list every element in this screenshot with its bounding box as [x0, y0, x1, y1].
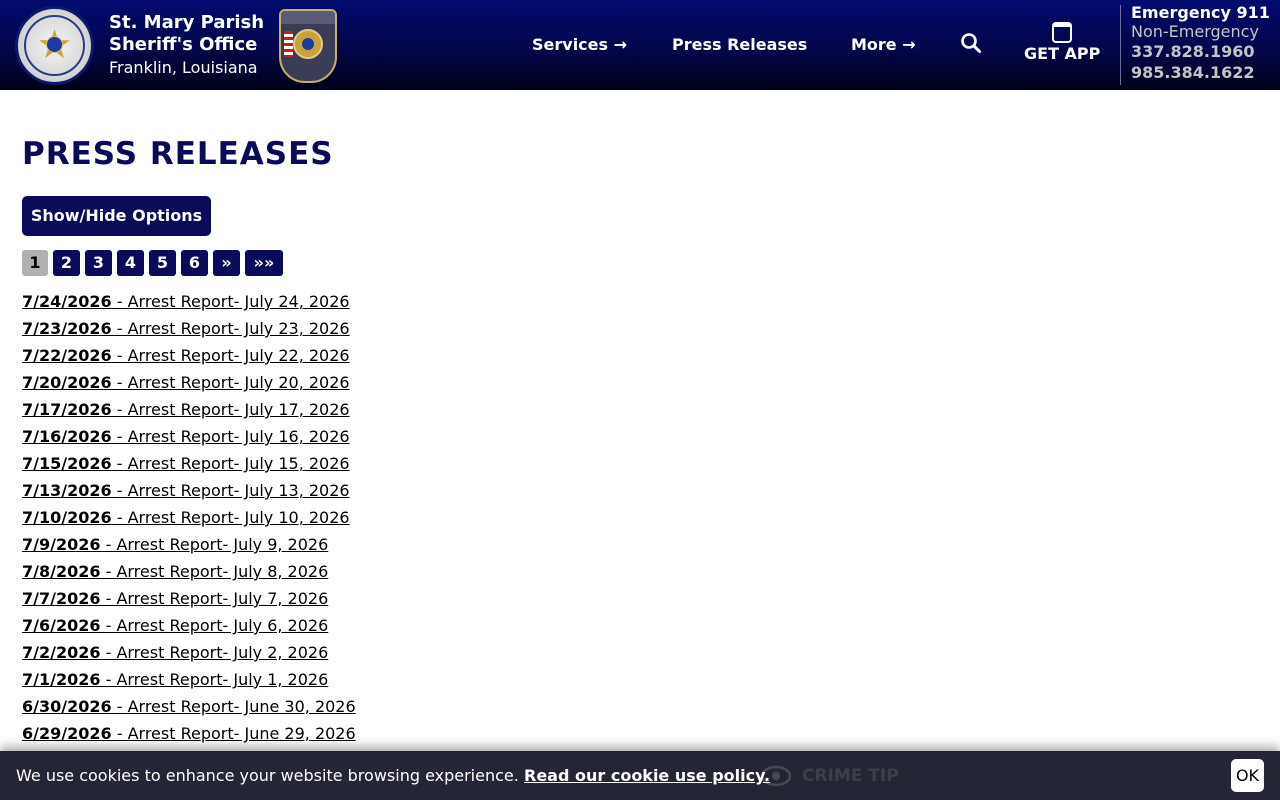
release-title: Arrest Report- June 30, 2026 [127, 697, 356, 716]
release-date: 7/17/2026 [22, 400, 112, 419]
page-2-button[interactable]: 2 [53, 250, 80, 276]
release-title: Arrest Report- July 23, 2026 [127, 319, 350, 338]
nav-services-label: Services [532, 35, 609, 54]
seal-icon [46, 36, 63, 53]
release-title: Arrest Report- July 10, 2026 [127, 508, 350, 527]
release-date: 7/9/2026 [22, 535, 101, 554]
press-release-link[interactable]: 7/10/2026 - Arrest Report- July 10, 2026 [22, 507, 350, 529]
release-title: Arrest Report- July 2, 2026 [116, 643, 329, 662]
shoulder-patch-logo [279, 9, 337, 83]
page-1-button[interactable]: 1 [22, 250, 48, 276]
release-title: Arrest Report- July 1, 2026 [116, 670, 329, 689]
release-date: 7/22/2026 [22, 346, 112, 365]
press-release-link[interactable]: 7/13/2026 - Arrest Report- July 13, 2026 [22, 480, 350, 502]
release-title: Arrest Report- July 9, 2026 [116, 535, 329, 554]
release-date: 7/24/2026 [22, 292, 112, 311]
nav-more[interactable]: More → [851, 34, 916, 56]
release-date: 7/8/2026 [22, 562, 101, 581]
press-release-link[interactable]: 6/30/2026 - Arrest Report- June 30, 2026 [22, 696, 356, 718]
release-date: 6/30/2026 [22, 697, 112, 716]
nav-press-releases-label: Press Releases [672, 35, 808, 54]
page-6-button[interactable]: 6 [181, 250, 208, 276]
release-date: 7/10/2026 [22, 508, 112, 527]
release-title: Arrest Report- July 15, 2026 [127, 454, 350, 473]
press-release-link[interactable]: 7/1/2026 - Arrest Report- July 1, 2026 [22, 669, 328, 691]
cookie-message: We use cookies to enhance your website b… [16, 766, 519, 785]
release-date: 7/13/2026 [22, 481, 112, 500]
press-release-link[interactable]: 7/7/2026 - Arrest Report- July 7, 2026 [22, 588, 328, 610]
release-date: 7/2/2026 [22, 643, 101, 662]
sheriff-badge-logo[interactable]: ★ [15, 6, 94, 85]
release-date: 7/16/2026 [22, 427, 112, 446]
press-release-link[interactable]: 7/23/2026 - Arrest Report- July 23, 2026 [22, 318, 350, 340]
header-divider [1120, 5, 1121, 85]
get-app-button[interactable]: GET APP [1024, 44, 1104, 64]
page-4-button[interactable]: 4 [117, 250, 144, 276]
release-date: 6/29/2026 [22, 724, 112, 743]
org-name-line1: St. Mary Parish [109, 12, 265, 33]
press-release-link[interactable]: 7/16/2026 - Arrest Report- July 16, 2026 [22, 426, 350, 448]
page-3-button[interactable]: 3 [85, 250, 112, 276]
next-page-button[interactable]: » [213, 250, 240, 276]
press-release-link[interactable]: 7/2/2026 - Arrest Report- July 2, 2026 [22, 642, 328, 664]
show-hide-options-button[interactable]: Show/Hide Options [22, 196, 211, 236]
non-emergency-phone-2[interactable]: 985.384.1622 [1131, 63, 1254, 83]
org-city: Franklin, Louisiana [109, 58, 258, 77]
phone-icon[interactable] [1051, 21, 1073, 43]
release-title: Arrest Report- June 29, 2026 [127, 724, 356, 743]
release-title: Arrest Report- July 24, 2026 [127, 292, 350, 311]
nav-press-releases[interactable]: Press Releases [672, 34, 807, 56]
nav-more-label: More [851, 35, 897, 54]
org-name-line2: Sheriff's Office [109, 34, 258, 55]
press-release-link[interactable]: 7/15/2026 - Arrest Report- July 15, 2026 [22, 453, 350, 475]
press-release-link[interactable]: 6/29/2026 - Arrest Report- June 29, 2026 [22, 723, 356, 745]
non-emergency-label: Non-Emergency [1131, 22, 1259, 41]
release-date: 7/20/2026 [22, 373, 112, 392]
release-title: Arrest Report- July 17, 2026 [127, 400, 350, 419]
page-5-button[interactable]: 5 [149, 250, 176, 276]
release-date: 7/15/2026 [22, 454, 112, 473]
non-emergency-phone-1[interactable]: 337.828.1960 [1131, 42, 1254, 62]
cookie-ok-button[interactable]: OK [1231, 759, 1264, 792]
last-page-button[interactable]: »» [245, 250, 283, 276]
release-title: Arrest Report- July 20, 2026 [127, 373, 350, 392]
release-date: 7/6/2026 [22, 616, 101, 635]
release-title: Arrest Report- July 13, 2026 [127, 481, 350, 500]
org-name[interactable]: St. Mary Parish Sheriff's Office [109, 12, 264, 56]
release-date: 7/23/2026 [22, 319, 112, 338]
arrow-right-icon: → [902, 35, 916, 54]
press-release-link[interactable]: 7/17/2026 - Arrest Report- July 17, 2026 [22, 399, 350, 421]
site-header: ★ St. Mary Parish Sheriff's Office Frank… [0, 0, 1280, 90]
release-title: Arrest Report- July 7, 2026 [116, 589, 329, 608]
crime-tip-button[interactable]: CRIME TIP [802, 766, 899, 786]
release-title: Arrest Report- July 22, 2026 [127, 346, 350, 365]
flag-icon [284, 31, 293, 57]
emblem-core [302, 38, 314, 50]
press-release-link[interactable]: 7/8/2026 - Arrest Report- July 8, 2026 [22, 561, 328, 583]
cookie-banner: CRIME TIP We use cookies to enhance your… [0, 751, 1280, 800]
press-release-link[interactable]: 7/20/2026 - Arrest Report- July 20, 2026 [22, 372, 350, 394]
patch-band [281, 11, 335, 24]
nav-services[interactable]: Services → [532, 34, 627, 56]
release-date: 7/7/2026 [22, 589, 101, 608]
search-icon[interactable] [960, 32, 982, 54]
page-title: PRESS RELEASES [22, 136, 334, 172]
press-release-link[interactable]: 7/22/2026 - Arrest Report- July 22, 2026 [22, 345, 350, 367]
press-release-link[interactable]: 7/24/2026 - Arrest Report- July 24, 2026 [22, 291, 350, 313]
release-title: Arrest Report- July 6, 2026 [116, 616, 329, 635]
release-title: Arrest Report- July 16, 2026 [127, 427, 350, 446]
press-release-link[interactable]: 7/6/2026 - Arrest Report- July 6, 2026 [22, 615, 328, 637]
cookie-policy-link[interactable]: Read our cookie use policy. [524, 765, 770, 787]
emergency-911[interactable]: Emergency 911 [1131, 3, 1270, 23]
release-date: 7/1/2026 [22, 670, 101, 689]
arrow-right-icon: → [613, 35, 628, 54]
press-release-link[interactable]: 7/9/2026 - Arrest Report- July 9, 2026 [22, 534, 328, 556]
release-title: Arrest Report- July 8, 2026 [116, 562, 329, 581]
